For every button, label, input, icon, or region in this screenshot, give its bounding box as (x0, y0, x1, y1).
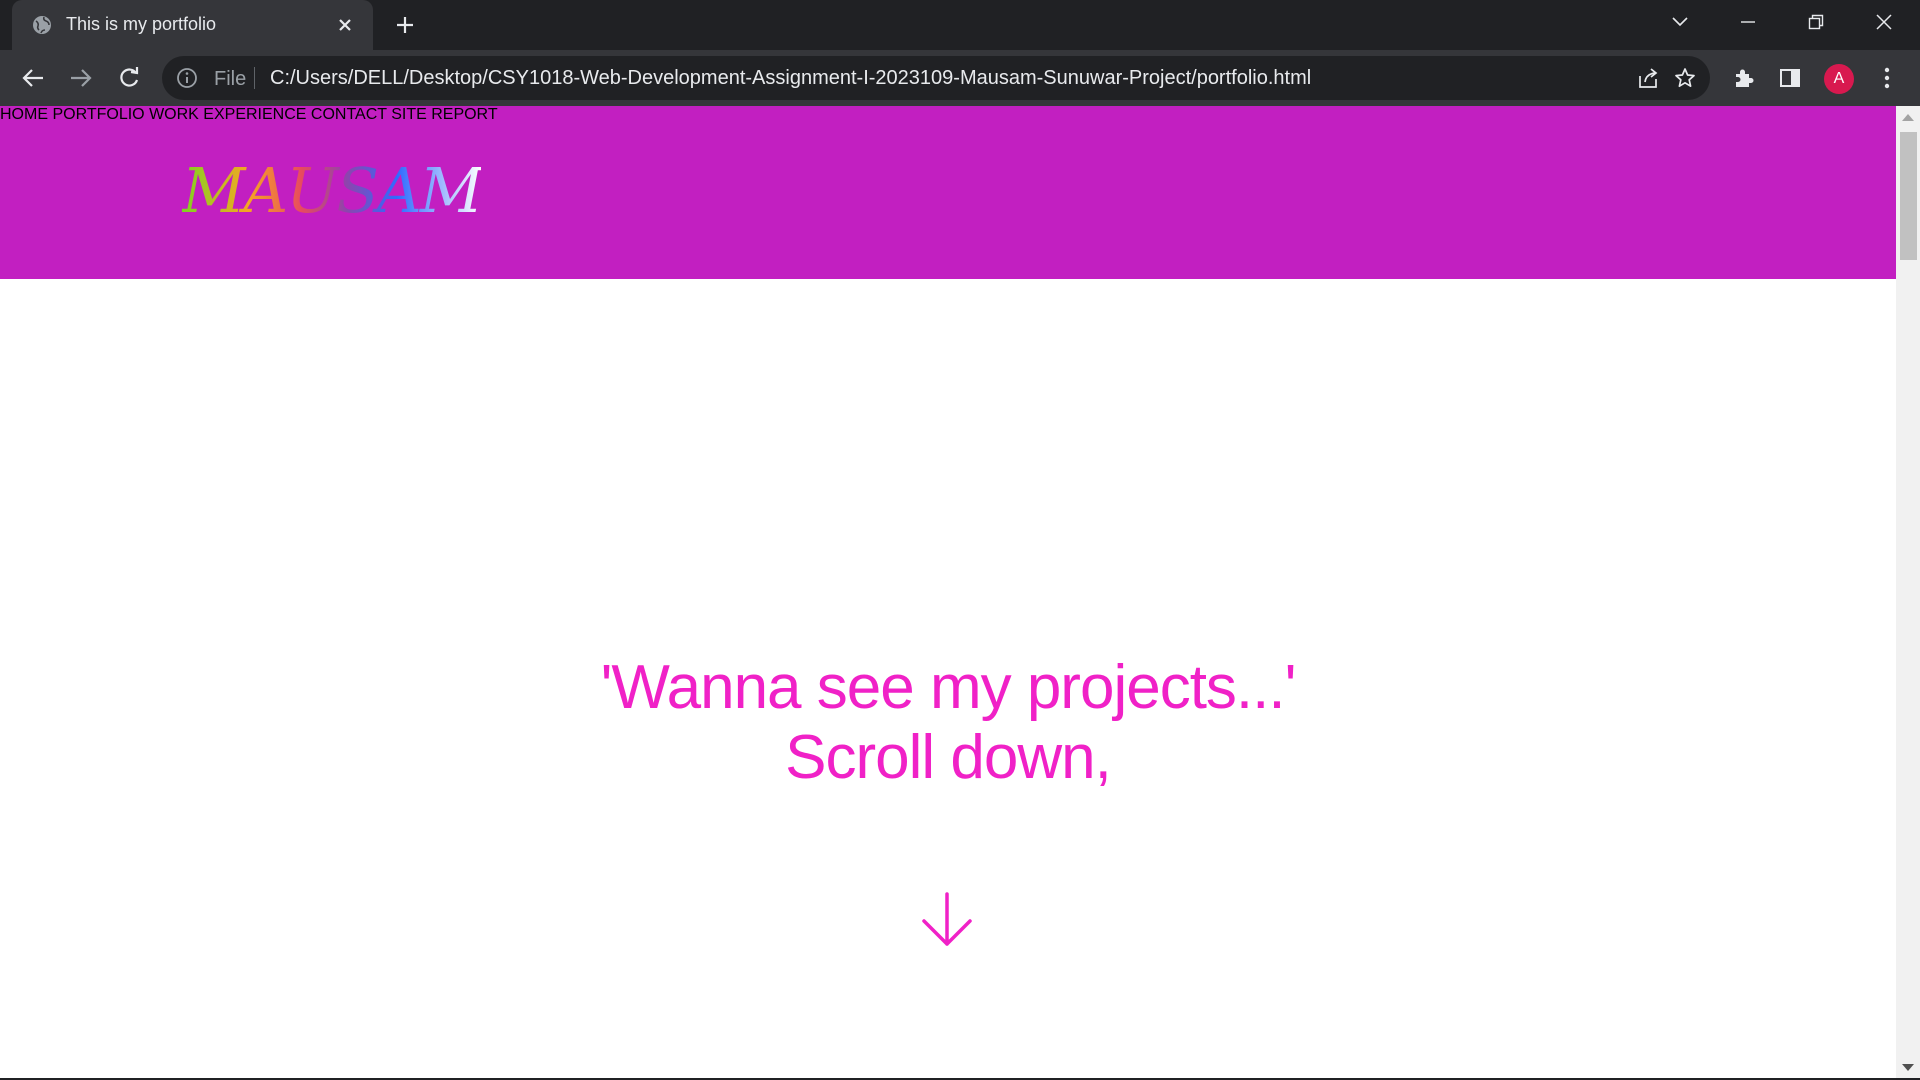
close-icon[interactable] (332, 12, 358, 38)
kebab-menu-icon[interactable] (1868, 59, 1906, 97)
scroll-down-icon[interactable] (1902, 1064, 1914, 1071)
nav-contact[interactable]: CONTACT (311, 106, 387, 123)
site-header: MAUSAM HOME PORTFOLIO WORK EXPERIENCE CO… (0, 106, 1896, 279)
side-panel-icon[interactable] (1771, 59, 1809, 97)
nav-site-report[interactable]: SITE REPORT (391, 106, 497, 123)
page-scrollbar[interactable] (1896, 106, 1920, 1078)
nav-home[interactable]: HOME (0, 106, 48, 123)
tab-title: This is my portfolio (66, 14, 217, 34)
omnibox-divider (254, 67, 255, 89)
scroll-up-icon[interactable] (1902, 114, 1914, 121)
back-arrow-icon[interactable] (14, 59, 52, 97)
window-close-icon[interactable] (1850, 0, 1918, 44)
reload-icon[interactable] (110, 59, 148, 97)
nav-work-experience[interactable]: WORK EXPERIENCE (149, 106, 306, 123)
profile-avatar[interactable]: A (1824, 64, 1854, 94)
page-viewport: MAUSAM HOME PORTFOLIO WORK EXPERIENCE CO… (0, 106, 1896, 1078)
scheme-label: File (214, 68, 247, 90)
arrow-down-icon[interactable] (920, 892, 974, 948)
headline-line-1: 'Wanna see my projects...' (600, 653, 1297, 722)
globe-icon (32, 15, 52, 35)
browser-tab[interactable]: This is my portfolio (12, 0, 373, 50)
star-icon[interactable] (1671, 64, 1699, 92)
plus-icon[interactable] (390, 10, 420, 40)
main-nav: HOME PORTFOLIO WORK EXPERIENCE CONTACT S… (0, 106, 1896, 124)
browser-tab-strip: This is my portfolio (0, 0, 1920, 50)
chevron-down-icon[interactable] (1646, 0, 1714, 44)
restore-icon[interactable] (1782, 0, 1850, 44)
puzzle-icon[interactable] (1724, 59, 1762, 97)
forward-arrow-icon[interactable] (62, 59, 100, 97)
info-icon[interactable] (176, 67, 198, 89)
browser-toolbar: File C:/Users/DELL/Desktop/CSY1018-Web-D… (0, 50, 1920, 106)
minimize-icon[interactable] (1714, 0, 1782, 44)
headline-line-2: Scroll down, (785, 723, 1112, 792)
share-icon[interactable] (1634, 64, 1662, 92)
nav-portfolio[interactable]: PORTFOLIO (52, 106, 144, 123)
site-logo[interactable]: MAUSAM (182, 154, 483, 227)
address-bar[interactable]: File C:/Users/DELL/Desktop/CSY1018-Web-D… (162, 56, 1710, 100)
url-text[interactable]: C:/Users/DELL/Desktop/CSY1018-Web-Develo… (270, 67, 1311, 90)
scrollbar-thumb[interactable] (1900, 132, 1917, 260)
